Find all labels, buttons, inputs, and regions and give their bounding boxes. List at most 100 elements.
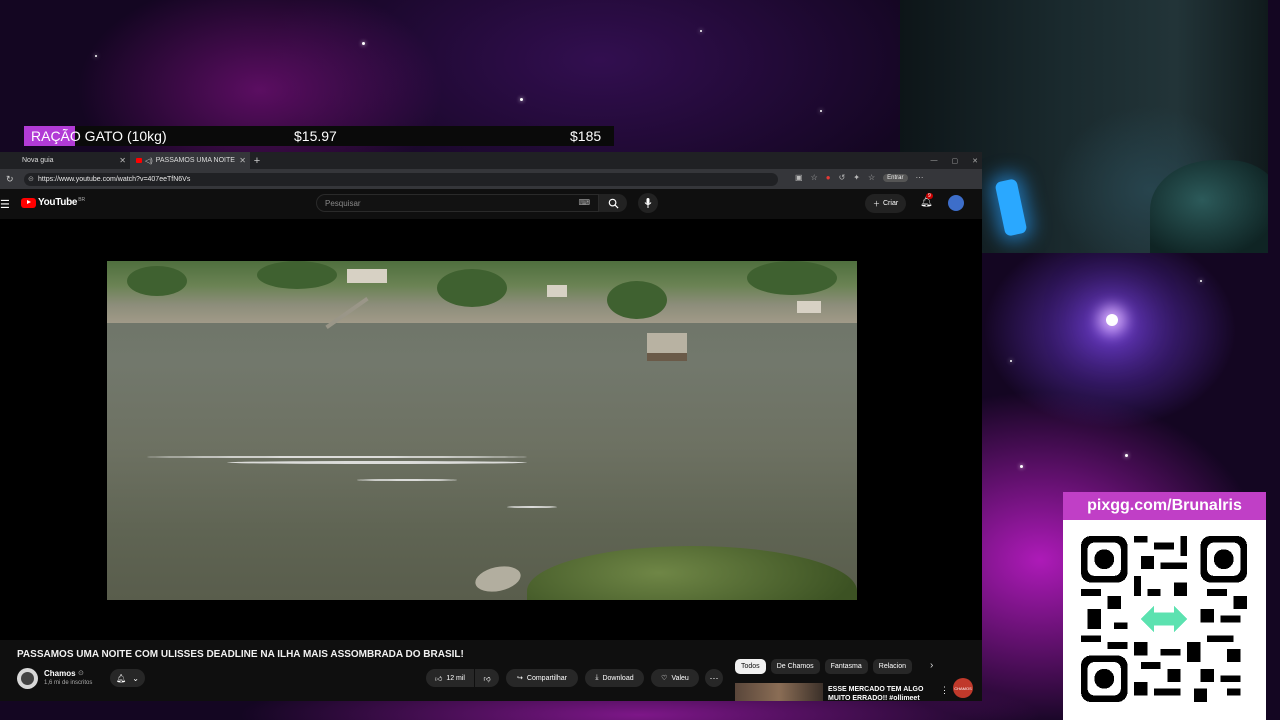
youtube-favicon-icon — [136, 158, 142, 163]
download-label: Download — [602, 674, 634, 682]
lock-icon[interactable]: ⊝ — [28, 175, 34, 183]
star — [820, 110, 822, 112]
youtube-logo[interactable]: YouTube BR — [21, 197, 85, 208]
video-frame[interactable] — [107, 261, 857, 600]
refresh-extension-icon[interactable]: ↺ — [839, 173, 846, 182]
chip-fantasma[interactable]: Fantasma — [824, 659, 868, 674]
share-button[interactable]: ↪ Compartilhar — [506, 669, 578, 687]
new-tab-button[interactable]: + — [250, 155, 264, 167]
video-player[interactable]: CHAMOS — [0, 219, 982, 698]
chip-related[interactable]: Relacion — [872, 659, 913, 674]
thumbs-down-icon: 👎︎ — [483, 675, 491, 683]
country-code: BR — [78, 197, 86, 203]
microphone-icon — [644, 198, 652, 208]
share-label: Compartilhar — [526, 674, 567, 682]
goal-current-amount: $15.97 — [294, 128, 337, 144]
video-floating-house — [647, 333, 687, 361]
donation-goal-bar: RAÇÃO GATO (10kg) $15.97 $185 — [24, 126, 614, 146]
recommendation-title[interactable]: ESSE MERCADO TEM ALGO MUITO ERRADO!! #ol… — [828, 685, 928, 701]
tab-strip: Nova guia ✕ ◁) PASSAMOS UMA NOITE ✕ + — … — [0, 152, 982, 169]
star — [362, 42, 365, 45]
thanks-label: Valeu — [671, 674, 689, 682]
download-button[interactable]: ⤓ Download — [585, 669, 644, 687]
webcam-lamp — [994, 178, 1028, 237]
chip-all[interactable]: Todos — [735, 659, 766, 674]
thumbs-up-icon: 👍︎ — [434, 675, 443, 683]
star — [520, 98, 523, 101]
super-thanks-icon: ♡ — [661, 675, 668, 682]
goal-label: RAÇÃO GATO (10kg) — [31, 128, 167, 144]
window-controls: — ▢ ✕ — [931, 152, 979, 169]
channel-name[interactable]: Chamos — [44, 669, 76, 678]
more-actions-button[interactable]: ⋯ — [705, 669, 723, 687]
url-text: https://www.youtube.com/watch?v=407eeTfN… — [38, 175, 191, 183]
youtube-play-icon — [21, 197, 36, 208]
youtube-header: ☰ YouTube BR Pesquisar ⌨ ＋ Criar 🔔︎ 9 — [0, 189, 982, 219]
account-avatar[interactable] — [948, 195, 964, 211]
search-placeholder: Pesquisar — [325, 198, 361, 208]
browser-toolbar: ▣ ☆ ● ↺ ✦ ☆ Entrar ⋯ — [795, 173, 924, 182]
pix-url: pixgg.com/Brunalris — [1063, 492, 1266, 520]
extensions-icon[interactable]: ✦ — [853, 173, 860, 182]
reload-icon[interactable]: ↻ — [6, 174, 16, 185]
channel-watermark[interactable]: CHAMOS — [953, 678, 973, 698]
browser-window: Nova guia ✕ ◁) PASSAMOS UMA NOITE ✕ + — … — [0, 152, 982, 701]
bright-star — [1106, 314, 1118, 326]
maximize-icon[interactable]: ▢ — [952, 157, 959, 165]
verified-icon: ⊙ — [78, 670, 84, 677]
thanks-button[interactable]: ♡ Valeu — [651, 669, 699, 687]
extension-icon[interactable]: ● — [826, 173, 831, 182]
goal-target-amount: $185 — [570, 128, 602, 144]
app-icon[interactable]: ▣ — [795, 173, 803, 182]
tab-new-tab[interactable]: Nova guia ✕ — [0, 152, 130, 169]
video-title: PASSAMOS UMA NOITE COM ULISSES DEADLINE … — [17, 649, 464, 660]
favorite-star-icon[interactable]: ☆ — [811, 173, 818, 182]
minimize-icon[interactable]: — — [931, 157, 938, 164]
speaker-icon[interactable]: ◁) — [145, 157, 153, 165]
close-window-icon[interactable]: ✕ — [972, 157, 978, 165]
search-button[interactable] — [599, 194, 627, 212]
keyboard-icon[interactable]: ⌨ — [578, 198, 590, 207]
dislike-button[interactable]: 👎︎ — [475, 669, 499, 687]
tab-label: PASSAMOS UMA NOITE — [155, 157, 235, 164]
channel-avatar[interactable] — [17, 668, 38, 689]
webcam-person — [1150, 160, 1268, 253]
plus-icon: ＋ — [873, 200, 880, 208]
profile-button[interactable]: Entrar — [883, 173, 908, 182]
like-button[interactable]: 👍︎ 12 mil — [426, 669, 474, 687]
create-label: Criar — [883, 200, 899, 207]
favorites-icon[interactable]: ☆ — [868, 173, 875, 182]
recommendation-chips: Todos De Chamos Fantasma Relacion — [735, 659, 913, 674]
download-icon: ⤓ — [595, 674, 599, 681]
search-input[interactable]: Pesquisar ⌨ — [316, 194, 599, 212]
close-icon[interactable]: ✕ — [119, 156, 126, 165]
chevron-right-icon[interactable]: › — [930, 660, 933, 671]
more-menu-icon[interactable]: ⋯ — [916, 173, 924, 182]
star — [1125, 454, 1128, 457]
video-island — [527, 546, 857, 600]
pix-qr-panel: pixgg.com/Brunalris — [1063, 492, 1266, 720]
close-icon[interactable]: ✕ — [239, 156, 246, 165]
chip-from-channel[interactable]: De Chamos — [770, 659, 820, 674]
address-bar: ↻ ⊝ https://www.youtube.com/watch?v=407e… — [0, 169, 982, 189]
star — [1200, 280, 1202, 282]
tab-youtube-video[interactable]: ◁) PASSAMOS UMA NOITE ✕ — [130, 152, 250, 169]
video-shoreline — [107, 261, 857, 323]
recommendation-thumbnail[interactable] — [735, 683, 823, 701]
qr-code — [1081, 536, 1247, 702]
share-icon: ↪ — [517, 675, 523, 682]
menu-icon[interactable]: ☰ — [0, 198, 10, 211]
search-icon — [608, 198, 619, 209]
tab-label: Nova guia — [22, 157, 54, 164]
star — [700, 30, 702, 32]
subscription-bell-button[interactable]: 🔔︎ ⌄ — [110, 669, 145, 687]
more-options-icon[interactable]: ⋮ — [940, 685, 949, 696]
notification-count-badge: 9 — [926, 193, 933, 199]
youtube-logo-text: YouTube — [38, 197, 78, 208]
voice-search-button[interactable] — [638, 193, 658, 213]
create-button[interactable]: ＋ Criar — [865, 194, 907, 213]
chevron-down-icon: ⌄ — [132, 673, 139, 683]
url-field[interactable]: ⊝ https://www.youtube.com/watch?v=407eeT… — [24, 172, 778, 186]
bell-icon: 🔔︎ — [116, 673, 127, 683]
video-rock — [473, 562, 523, 596]
